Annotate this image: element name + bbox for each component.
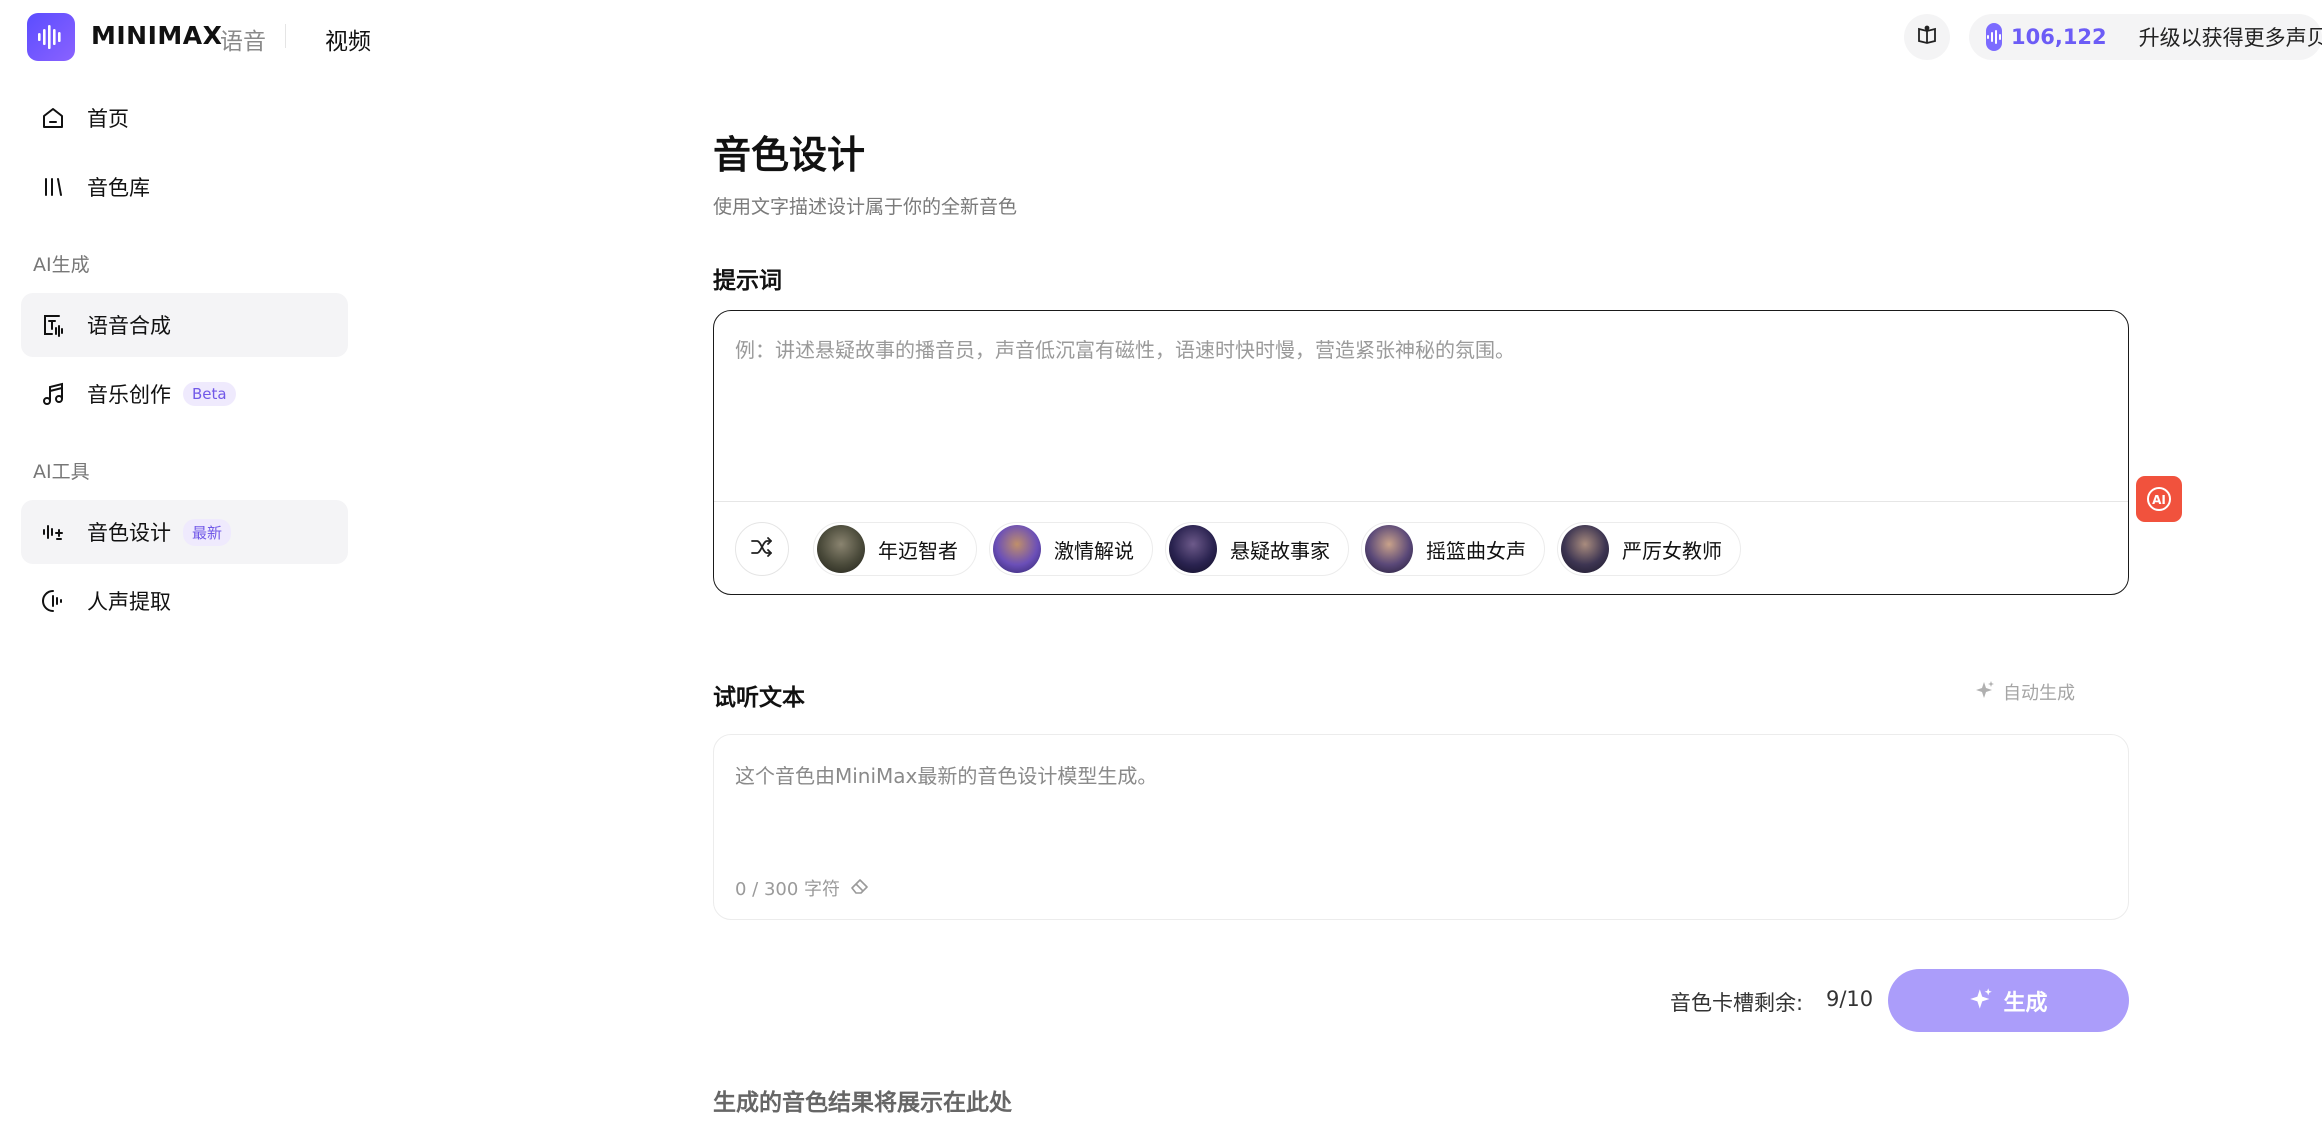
- voice-slots-label: 音色卡槽剩余:: [1670, 991, 1804, 1015]
- avatar: [1169, 525, 1217, 573]
- preset-chip-mystery-storyteller[interactable]: 悬疑故事家: [1165, 522, 1349, 576]
- sidebar-item-label: 音乐创作: [87, 383, 171, 407]
- preset-chip-lullaby-female[interactable]: 摇篮曲女声: [1361, 522, 1545, 576]
- preview-section-label: 试听文本: [713, 685, 805, 711]
- char-counter: 0 / 300 字符: [735, 875, 870, 901]
- sidebar-item-label: 语音合成: [87, 314, 171, 338]
- generate-button[interactable]: 生成: [1888, 969, 2129, 1032]
- credits-upgrade-pill[interactable]: 106,122 升级以获得更多声贝: [1969, 14, 2322, 60]
- sidebar-item-label: 音色设计: [87, 521, 171, 545]
- voice-extract-icon: [39, 587, 67, 615]
- ai-fab-label: AI: [2152, 493, 2166, 507]
- sidebar-item-voice-library[interactable]: 音色库: [21, 155, 348, 219]
- home-icon: [39, 104, 67, 132]
- voice-slots-value: 9/10: [1826, 987, 1874, 1011]
- prompt-section-label: 提示词: [713, 268, 782, 294]
- result-placeholder: 生成的音色结果将展示在此处: [713, 1090, 1012, 1116]
- auto-generate-button[interactable]: 自动生成: [1975, 679, 2075, 705]
- text-to-speech-icon: [39, 311, 67, 339]
- avatar: [993, 525, 1041, 573]
- sidebar-item-label: 人声提取: [87, 590, 171, 614]
- preset-chip-label: 激情解说: [1054, 538, 1134, 563]
- avatar: [817, 525, 865, 573]
- generate-button-label: 生成: [2003, 989, 2048, 1015]
- guide-button[interactable]: [1904, 14, 1950, 60]
- upgrade-link[interactable]: 升级以获得更多声贝: [2139, 22, 2322, 52]
- preset-chips: 年迈智者 激情解说 悬疑故事家 摇篮曲女声 严厉女教师: [813, 522, 1741, 576]
- sparkle-icon: [1975, 680, 1995, 705]
- page-title: 音色设计: [713, 133, 866, 177]
- shuffle-presets-button[interactable]: [735, 522, 789, 576]
- sidebar-item-label: 音色库: [87, 176, 150, 200]
- credits-count: 106,122: [2011, 25, 2107, 49]
- top-header: MINIMAX 语音 视频 106,122 升级以获得更多声贝: [0, 0, 2322, 74]
- preview-text-box[interactable]: 这个音色由MiniMax最新的音色设计模型生成。 0 / 300 字符: [713, 734, 2129, 920]
- voice-design-icon: [39, 518, 67, 546]
- new-badge: 最新: [183, 518, 232, 546]
- nav-voice-tab[interactable]: 语音: [220, 22, 266, 56]
- nav-divider: [285, 24, 286, 48]
- preset-chip-strict-teacher[interactable]: 严厉女教师: [1557, 522, 1741, 576]
- sidebar-item-voice-design[interactable]: 音色设计 最新: [21, 500, 348, 564]
- eraser-icon[interactable]: [850, 877, 870, 900]
- preview-textarea[interactable]: 这个音色由MiniMax最新的音色设计模型生成。: [735, 760, 1157, 789]
- prompt-input-box[interactable]: 例：讲述悬疑故事的播音员，声音低沉富有磁性，语速时快时慢，营造紧张神秘的氛围。 …: [713, 310, 2129, 595]
- preset-chip-wise-elder[interactable]: 年迈智者: [813, 522, 977, 576]
- coin-icon: [1986, 23, 2002, 51]
- sidebar-item-label: 首页: [87, 107, 129, 131]
- page-subtitle: 使用文字描述设计属于你的全新音色: [713, 196, 1018, 218]
- auto-generate-label: 自动生成: [2003, 683, 2075, 704]
- avatar: [1561, 525, 1609, 573]
- sidebar-item-speech-synthesis[interactable]: 语音合成: [21, 293, 348, 357]
- shuffle-icon: [750, 536, 774, 562]
- avatar: [1365, 525, 1413, 573]
- prompt-textarea[interactable]: 例：讲述悬疑故事的播音员，声音低沉富有磁性，语速时快时慢，营造紧张神秘的氛围。: [735, 334, 1515, 363]
- brand-name: MINIMAX: [91, 21, 223, 50]
- sidebar-section-ai-tools: AI工具: [33, 461, 90, 483]
- ai-assistant-button[interactable]: AI: [2136, 476, 2182, 522]
- music-note-icon: [39, 380, 67, 408]
- book-icon: [1916, 24, 1938, 50]
- prompt-divider: [714, 501, 2128, 502]
- preset-chip-label: 悬疑故事家: [1230, 538, 1330, 563]
- preset-chip-label: 摇篮曲女声: [1426, 538, 1526, 563]
- sidebar-item-music-creation[interactable]: 音乐创作 Beta: [21, 362, 348, 426]
- preset-chip-label: 年迈智者: [878, 538, 958, 563]
- beta-badge: Beta: [183, 382, 236, 406]
- sidebar-section-ai-generation: AI生成: [33, 254, 90, 276]
- nav-video-tab[interactable]: 视频: [325, 22, 371, 56]
- sidebar-item-voice-extraction[interactable]: 人声提取: [21, 569, 348, 633]
- sidebar-item-home[interactable]: 首页: [21, 86, 348, 150]
- char-count-text: 0 / 300 字符: [735, 879, 841, 900]
- sparkle-icon: [1969, 987, 1993, 1014]
- library-icon: [39, 173, 67, 201]
- waveform-logo-icon[interactable]: [27, 13, 75, 61]
- preset-chip-label: 严厉女教师: [1622, 538, 1722, 563]
- preset-chip-passionate-narrator[interactable]: 激情解说: [989, 522, 1153, 576]
